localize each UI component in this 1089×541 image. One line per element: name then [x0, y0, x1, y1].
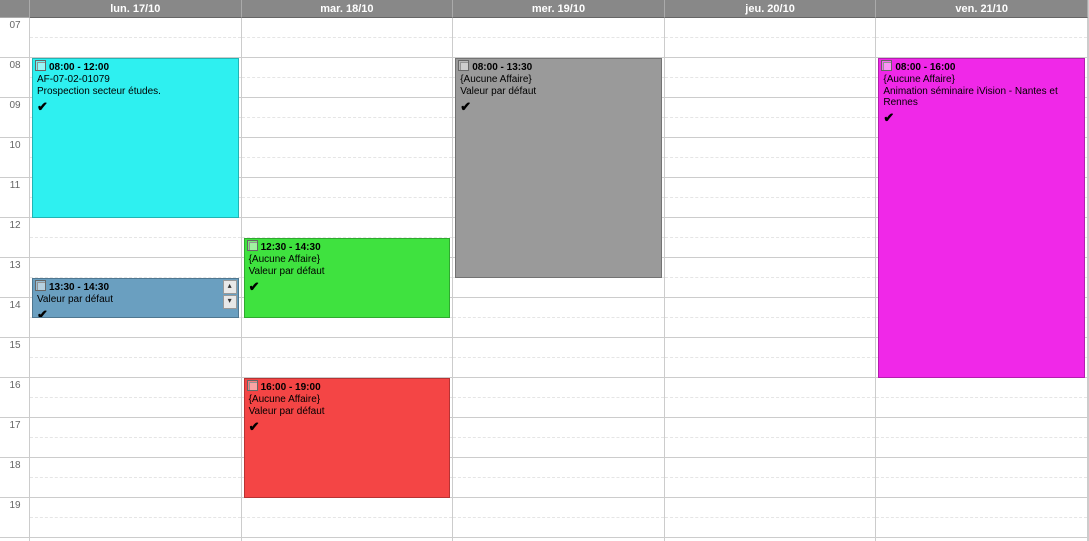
hour-label: 19: [0, 498, 30, 538]
event-time: 08:00 - 16:00: [895, 62, 955, 73]
day-column-mon[interactable]: 08:00 - 12:00AF-07-02-01079Prospection s…: [30, 18, 242, 541]
checkmark-icon: ✔: [37, 99, 48, 115]
hour-label: 12: [0, 218, 30, 258]
calendar-week-view: lun. 17/10 mar. 18/10 mer. 19/10 jeu. 20…: [0, 0, 1089, 541]
event-subject: Valeur par défaut: [37, 294, 234, 305]
popup-icon[interactable]: [37, 62, 46, 71]
event-description: Animation séminaire iVision - Nantes et …: [883, 86, 1080, 108]
hour-label: 18: [0, 458, 30, 498]
calendar-event[interactable]: 08:00 - 13:30{Aucune Affaire}Valeur par …: [455, 58, 662, 278]
hour-label: 10: [0, 138, 30, 178]
checkmark-icon: ✔: [883, 110, 894, 126]
event-description: Prospection secteur études.: [37, 86, 234, 97]
event-time: 08:00 - 12:00: [49, 62, 109, 73]
calendar-event[interactable]: 08:00 - 16:00{Aucune Affaire}Animation s…: [878, 58, 1085, 378]
checkmark-icon: ✔: [37, 307, 48, 318]
day-header-thu[interactable]: jeu. 20/10: [665, 0, 877, 18]
day-header-fri[interactable]: ven. 21/10: [876, 0, 1088, 18]
event-subject: {Aucune Affaire}: [883, 74, 1080, 85]
day-header-wed[interactable]: mer. 19/10: [453, 0, 665, 18]
days-area: 08:00 - 12:00AF-07-02-01079Prospection s…: [30, 18, 1088, 541]
calendar-event[interactable]: 16:00 - 19:00{Aucune Affaire}Valeur par …: [244, 378, 451, 498]
calendar-event[interactable]: 08:00 - 12:00AF-07-02-01079Prospection s…: [32, 58, 239, 218]
checkmark-icon: ✔: [249, 279, 260, 295]
event-time: 13:30 - 14:30: [49, 282, 109, 293]
calendar-event[interactable]: 13:30 - 14:30Valeur par défaut ✔ ▴▾: [32, 278, 239, 318]
popup-icon[interactable]: [883, 62, 892, 71]
calendar-event[interactable]: 12:30 - 14:30{Aucune Affaire}Valeur par …: [244, 238, 451, 318]
hour-label: 15: [0, 338, 30, 378]
day-column-wed[interactable]: 08:00 - 13:30{Aucune Affaire}Valeur par …: [453, 18, 665, 541]
hour-label: 07: [0, 18, 30, 58]
hour-label: 17: [0, 418, 30, 458]
hour-label: 16: [0, 378, 30, 418]
event-time: 16:00 - 19:00: [261, 382, 321, 393]
checkmark-icon: ✔: [460, 99, 471, 115]
time-column-header: [0, 0, 30, 18]
day-header-mon[interactable]: lun. 17/10: [30, 0, 242, 18]
event-subject: {Aucune Affaire}: [249, 394, 446, 405]
time-gutter: 07 08 09 10 11 12 13 14 15 16 17 18 19: [0, 18, 30, 541]
hour-label: 14: [0, 298, 30, 338]
event-description: Valeur par défaut: [460, 86, 657, 97]
hour-label: 08: [0, 58, 30, 98]
scroll-down-icon[interactable]: ▾: [223, 295, 237, 309]
calendar-body: 07 08 09 10 11 12 13 14 15 16 17 18 19 0…: [0, 18, 1088, 541]
hour-label: 11: [0, 178, 30, 218]
event-time: 12:30 - 14:30: [261, 242, 321, 253]
hour-label: 13: [0, 258, 30, 298]
day-column-fri[interactable]: 08:00 - 16:00{Aucune Affaire}Animation s…: [876, 18, 1088, 541]
event-subject: {Aucune Affaire}: [249, 254, 446, 265]
day-header-tue[interactable]: mar. 18/10: [242, 0, 454, 18]
event-description: Valeur par défaut: [249, 266, 446, 277]
event-subject: {Aucune Affaire}: [460, 74, 657, 85]
popup-icon[interactable]: [249, 382, 258, 391]
popup-icon[interactable]: [37, 282, 46, 291]
popup-icon[interactable]: [460, 62, 469, 71]
event-time: 08:00 - 13:30: [472, 62, 532, 73]
day-column-tue[interactable]: 12:30 - 14:30{Aucune Affaire}Valeur par …: [242, 18, 454, 541]
hour-label: 09: [0, 98, 30, 138]
scroll-up-icon[interactable]: ▴: [223, 280, 237, 294]
checkmark-icon: ✔: [249, 419, 260, 435]
event-description: Valeur par défaut: [249, 406, 446, 417]
calendar-header-row: lun. 17/10 mar. 18/10 mer. 19/10 jeu. 20…: [0, 0, 1088, 18]
popup-icon[interactable]: [249, 242, 258, 251]
day-column-thu[interactable]: [665, 18, 877, 541]
event-subject: AF-07-02-01079: [37, 74, 234, 85]
